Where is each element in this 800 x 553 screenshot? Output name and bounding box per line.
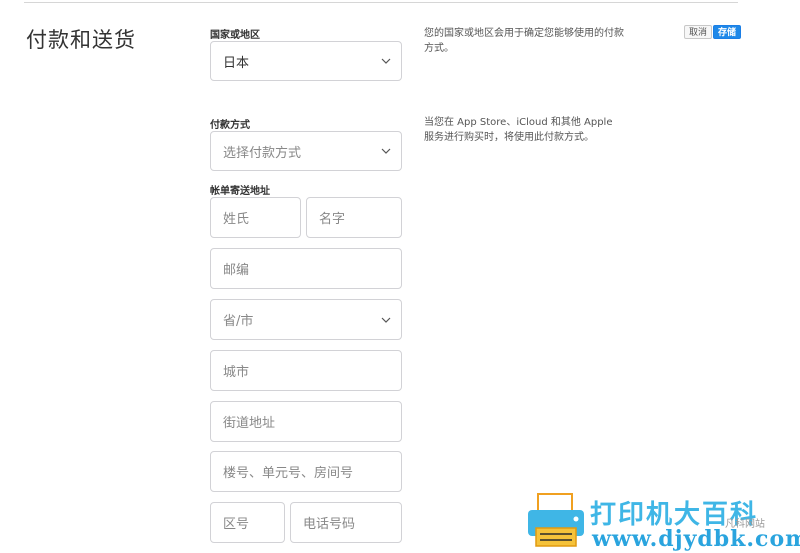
city-placeholder: 城市 (223, 365, 250, 380)
building-placeholder: 楼号、单元号、房间号 (223, 466, 354, 481)
payment-label: 付款方式 (210, 120, 250, 131)
country-value: 日本 (223, 55, 250, 71)
city-field[interactable]: 城市 (210, 350, 402, 391)
payment-placeholder: 选择付款方式 (223, 145, 302, 161)
first-name-field[interactable]: 名字 (306, 197, 402, 238)
prefecture-placeholder: 省/市 (223, 314, 254, 329)
postal-code-field[interactable]: 邮编 (210, 248, 402, 289)
country-select[interactable]: 日本 (210, 41, 402, 81)
top-divider (24, 2, 738, 3)
watermark-url: www.djydbk.com (592, 526, 800, 552)
postal-code-placeholder: 邮编 (223, 263, 250, 278)
phone-field[interactable]: 电话号码 (290, 502, 402, 543)
area-code-field[interactable]: 区号 (210, 502, 285, 543)
country-label: 国家或地区 (210, 30, 260, 41)
last-name-field[interactable]: 姓氏 (210, 197, 301, 238)
building-field[interactable]: 楼号、单元号、房间号 (210, 451, 402, 492)
payment-help: 当您在 App Store、iCloud 和其他 Apple 服务进行购买时，将… (424, 117, 613, 143)
printer-logo-icon (528, 493, 584, 547)
phone-placeholder: 电话号码 (303, 517, 356, 532)
payment-method-select[interactable]: 选择付款方式 (210, 131, 402, 171)
cancel-button[interactable]: 取消 (684, 25, 713, 39)
billing-label: 帐单寄送地址 (210, 186, 270, 197)
chevron-down-icon (381, 58, 391, 64)
street-field[interactable]: 街道地址 (210, 401, 402, 442)
first-name-placeholder: 名字 (319, 212, 346, 227)
chevron-down-icon (381, 317, 391, 323)
prefecture-select[interactable]: 省/市 (210, 299, 402, 340)
area-code-placeholder: 区号 (223, 517, 250, 532)
save-button[interactable]: 存储 (713, 25, 742, 39)
last-name-placeholder: 姓氏 (223, 212, 250, 227)
chevron-down-icon (381, 148, 391, 154)
section-title: 付款和送货 (26, 28, 136, 52)
street-placeholder: 街道地址 (223, 416, 276, 431)
country-help: 您的国家或地区会用于确定您能够使用的付款方式。 (424, 28, 624, 54)
